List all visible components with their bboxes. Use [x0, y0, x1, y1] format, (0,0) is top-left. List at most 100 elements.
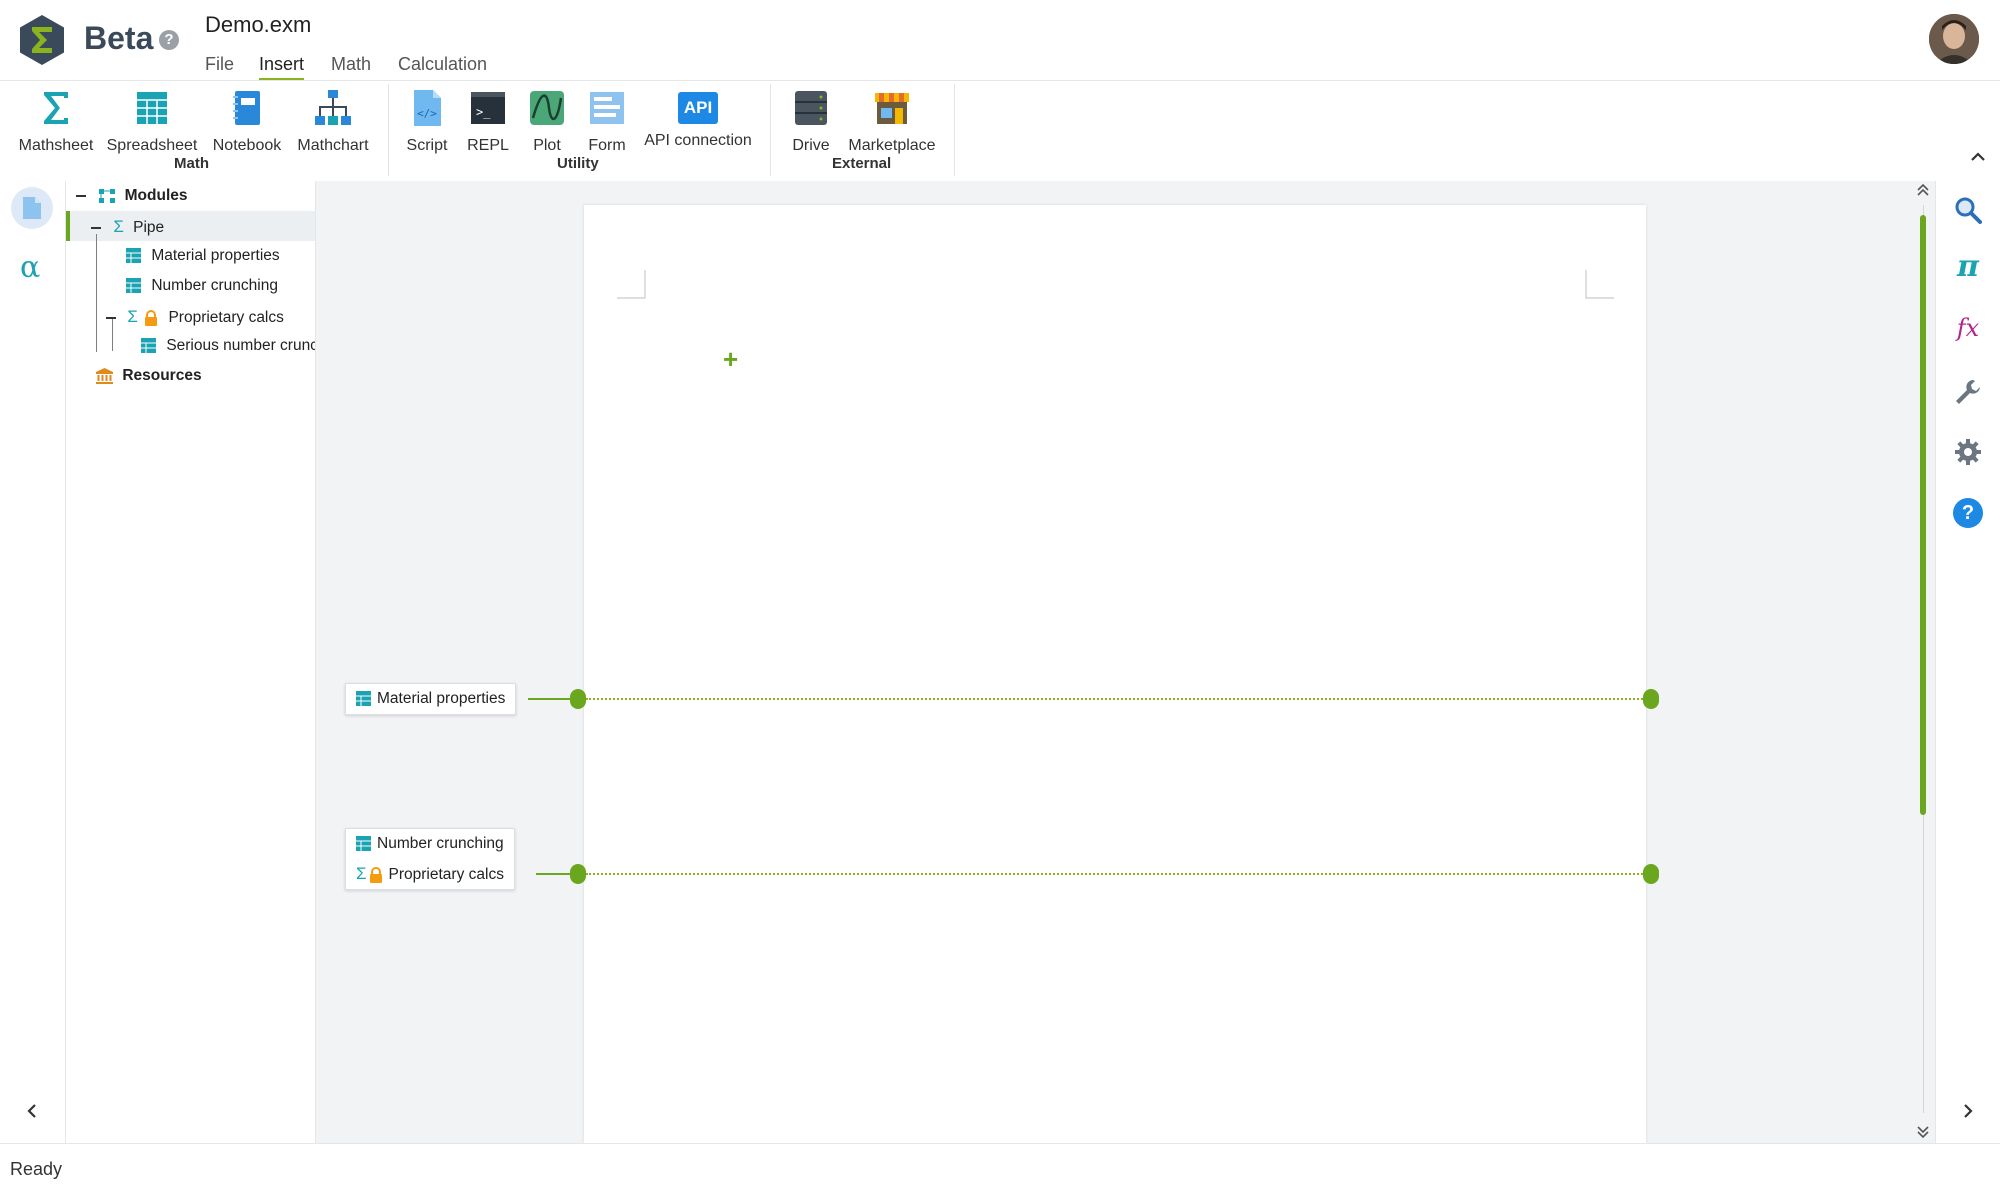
document-view-button[interactable]	[11, 187, 53, 229]
page-margin-corner-mark	[617, 270, 646, 299]
link-end-handle[interactable]	[1643, 689, 1659, 709]
beta-help-icon[interactable]: ?	[159, 30, 179, 50]
spreadsheet-icon	[356, 836, 371, 852]
insert-script-button[interactable]: </> Script	[400, 88, 454, 155]
add-region-plus-icon[interactable]: +	[723, 344, 738, 375]
ribbon-group-utility: Utility	[557, 155, 599, 172]
tree-label-serious-number-crunching: Serious number crunching	[166, 337, 315, 354]
insert-notebook-button[interactable]: Notebook	[208, 88, 286, 155]
insert-repl-button[interactable]: >_ REPL	[462, 88, 514, 155]
ribbon-separator	[388, 84, 389, 176]
tree-collapse-toggle[interactable]	[76, 194, 86, 197]
notebook-label: Notebook	[212, 137, 282, 154]
functions-fx-icon[interactable]: fx	[1953, 313, 1983, 343]
insert-mathchart-button[interactable]: Mathchart	[294, 88, 372, 155]
sigma-icon	[44, 92, 68, 124]
lock-icon	[145, 309, 158, 326]
scroll-to-top-icon[interactable]	[1916, 182, 1930, 198]
tree-label-resources: Resources	[122, 367, 202, 384]
spreadsheet-label: Spreadsheet	[106, 137, 198, 154]
link-dotted-line	[586, 873, 1646, 875]
link-tag-group[interactable]: Number crunching Σ Proprietary calcs	[345, 828, 515, 890]
mathchart-icon	[315, 90, 351, 125]
variables-alpha-icon[interactable]: α	[20, 250, 40, 285]
mathchart-label: Mathchart	[297, 137, 369, 154]
link-tag-row[interactable]: Material properties	[346, 684, 515, 714]
spreadsheet-icon	[141, 338, 156, 354]
ribbon-group-external: External	[832, 155, 892, 172]
tree-label-number-crunching: Number crunching	[151, 277, 278, 294]
menu-math[interactable]: Math	[331, 54, 371, 75]
collapse-right-chevron-icon[interactable]	[1960, 1102, 1976, 1120]
spreadsheet-icon	[356, 691, 371, 707]
tree-collapse-toggle[interactable]	[91, 226, 101, 229]
user-avatar[interactable]	[1929, 14, 1979, 64]
menu-calculation[interactable]: Calculation	[398, 54, 487, 75]
insert-plot-button[interactable]: Plot	[522, 88, 572, 155]
link-tag-row[interactable]: Number crunching	[346, 829, 514, 859]
ribbon-separator	[954, 84, 955, 176]
status-text: Ready	[10, 1159, 63, 1179]
help-icon[interactable]: ?	[1953, 498, 1983, 528]
document-page[interactable]	[584, 205, 1646, 1143]
insert-api-connection-button[interactable]: API API connection	[642, 88, 754, 150]
lock-icon	[369, 866, 382, 883]
spreadsheet-icon	[126, 278, 141, 294]
mathsheet-label: Mathsheet	[18, 137, 94, 154]
document-title[interactable]: Demo.exm	[205, 12, 311, 38]
link-start-handle[interactable]	[570, 689, 586, 709]
drive-label: Drive	[792, 137, 830, 154]
marketplace-icon	[875, 93, 909, 124]
collapse-ribbon-chevron-up-icon[interactable]	[1968, 148, 1988, 164]
plot-icon	[530, 91, 564, 125]
status-bar	[0, 1143, 2000, 1195]
tree-label-proprietary-calcs: Proprietary calcs	[168, 309, 284, 326]
insert-mathsheet-button[interactable]: Mathsheet	[16, 88, 96, 155]
collapse-left-chevron-icon[interactable]	[24, 1102, 40, 1120]
link-tag-label: Material properties	[377, 690, 506, 707]
form-label: Form	[588, 137, 626, 154]
script-label: Script	[406, 137, 448, 154]
link-tag-label: Proprietary calcs	[388, 866, 504, 883]
gear-icon[interactable]	[1953, 437, 1983, 467]
tree-guide-line	[96, 234, 97, 352]
tree-collapse-toggle[interactable]	[106, 316, 116, 319]
svg-text:</>: </>	[417, 107, 437, 120]
tree-label-material-properties: Material properties	[151, 247, 280, 264]
tree-label-modules: Modules	[124, 187, 188, 204]
link-start-handle[interactable]	[570, 864, 586, 884]
app-logo-icon	[20, 15, 64, 65]
document-icon	[23, 197, 41, 219]
wrench-icon[interactable]	[1953, 377, 1983, 407]
insert-drive-button[interactable]: Drive	[784, 88, 838, 155]
tree-node-resources[interactable]: Resources	[96, 367, 202, 385]
insert-marketplace-button[interactable]: Marketplace	[846, 88, 938, 155]
repl-label: REPL	[467, 137, 509, 154]
insert-spreadsheet-button[interactable]: Spreadsheet	[104, 88, 200, 155]
scrollbar-thumb[interactable]	[1920, 215, 1926, 815]
beta-badge: Beta	[84, 20, 154, 56]
search-icon[interactable]	[1953, 195, 1983, 225]
menu-file[interactable]: File	[205, 54, 234, 75]
scroll-to-bottom-icon[interactable]	[1916, 1124, 1930, 1140]
spreadsheet-icon	[126, 248, 141, 264]
plot-label: Plot	[533, 137, 561, 154]
link-tag-material-properties[interactable]: Material properties	[345, 683, 517, 715]
api-icon: API	[678, 92, 718, 124]
link-tag-row[interactable]: Σ Proprietary calcs	[346, 859, 514, 889]
spreadsheet-icon	[137, 92, 167, 124]
tree-node-proprietary-calcs[interactable]: Σ Proprietary calcs	[106, 307, 284, 327]
form-icon	[590, 92, 624, 124]
sigma-icon: Σ	[127, 307, 138, 326]
tree-node-serious-number-crunching[interactable]: Serious number crunching	[141, 337, 315, 355]
tree-node-pipe[interactable]: Σ Pipe	[91, 217, 164, 237]
link-tag-label: Number crunching	[377, 835, 504, 852]
link-end-handle[interactable]	[1643, 864, 1659, 884]
menu-insert[interactable]: Insert	[259, 54, 305, 81]
tree-node-material-properties[interactable]: Material properties	[126, 247, 280, 265]
tree-node-number-crunching[interactable]: Number crunching	[126, 277, 278, 295]
insert-form-button[interactable]: Form	[580, 88, 634, 155]
tree-node-modules[interactable]: Modules	[76, 187, 188, 205]
constants-pi-icon[interactable]: π	[1953, 252, 1983, 282]
script-icon: </>	[414, 90, 441, 126]
